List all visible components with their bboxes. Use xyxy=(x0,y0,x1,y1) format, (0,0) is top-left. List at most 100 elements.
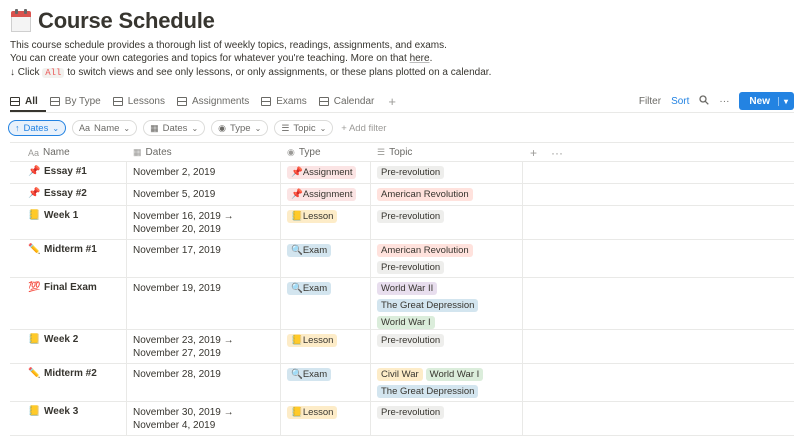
name-cell[interactable]: ✏️ Midterm #1 xyxy=(10,240,127,277)
type-cell[interactable]: 📌Assignment xyxy=(281,184,371,205)
dates-cell[interactable]: November 23, 2019 → November 27, 2019 xyxy=(127,330,281,363)
calendar-view-icon xyxy=(318,96,329,106)
more-options-button[interactable]: ··· xyxy=(719,96,729,107)
type-cell[interactable]: 📒Lesson xyxy=(281,330,371,363)
name-cell[interactable]: 💯 Final Exam xyxy=(10,278,127,329)
tab-lessons[interactable]: Lessons xyxy=(112,92,165,110)
tab-by-type[interactable]: By Type xyxy=(49,92,101,110)
topic-tag-line: Civil War World War I xyxy=(377,368,516,385)
table-row[interactable]: 💯 Final Exam November 19, 2019 🔍Exam World W… xyxy=(10,278,794,330)
dates-cell[interactable]: November 30, 2019 → November 4, 2019 xyxy=(127,402,281,435)
filter-button[interactable]: Filter xyxy=(639,96,661,107)
column-header-topic[interactable]: ☰ Topic xyxy=(377,143,412,162)
name-cell[interactable]: ✏️ Midterm #2 xyxy=(10,364,127,401)
table-row[interactable]: 📒 Week 3 November 30, 2019 → November 4, 2… xyxy=(10,402,794,436)
filter-bar: ↑ Dates ⌄ Aa Name ⌄ ▦ Dates ⌄ ◉ Type ⌄ ☰ Topic ⌄ +… xyxy=(8,120,386,136)
topic-tag: Pre-revolution xyxy=(377,166,445,179)
select-property-icon: ◉ xyxy=(218,122,226,133)
type-cell[interactable]: 🔍Exam xyxy=(281,364,371,401)
name-cell[interactable]: 📒 Week 2 xyxy=(10,330,127,363)
add-filter-button[interactable]: + Add filter xyxy=(341,123,386,134)
database-table: Aa Name ▦ Dates ◉ Type ☰ Topic + ··· 📌 Essay … xyxy=(10,142,794,436)
type-tag: 🔍Exam xyxy=(287,244,332,257)
add-view-button[interactable]: + xyxy=(388,94,396,109)
topic-cell[interactable]: Pre-revolution xyxy=(371,162,523,183)
topic-tag-line: American Revolution xyxy=(377,244,516,261)
type-cell[interactable]: 📌Assignment xyxy=(281,162,371,183)
row-name: Essay #1 xyxy=(44,166,87,177)
chevron-down-icon: ⌄ xyxy=(123,123,131,133)
sort-dates-chip[interactable]: ↑ Dates ⌄ xyxy=(8,120,67,136)
topic-cell[interactable]: American Revolution xyxy=(371,184,523,205)
dates-cell[interactable]: November 16, 2019 → November 20, 2019 xyxy=(127,206,281,239)
dates-cell[interactable]: November 19, 2019 xyxy=(127,278,281,329)
description-line-3: ↓ Click All to switch views and see only… xyxy=(10,66,491,80)
column-header-name[interactable]: Aa Name xyxy=(28,143,70,162)
tab-all[interactable]: All xyxy=(10,92,38,110)
add-column-button[interactable]: + xyxy=(530,146,537,160)
topic-tag-line: The Great Depression xyxy=(377,299,516,316)
type-cell[interactable]: 📒Lesson xyxy=(281,402,371,435)
table-row[interactable]: 📌 Essay #1 November 2, 2019 📌Assignment Pre-… xyxy=(10,162,794,184)
arrow-up-icon: ↑ xyxy=(15,123,20,133)
table-row[interactable]: 📒 Week 1 November 16, 2019 → November 20, … xyxy=(10,206,794,240)
name-cell[interactable]: 📒 Week 3 xyxy=(10,402,127,435)
topic-cell[interactable]: American Revolution Pre-revolution xyxy=(371,240,523,277)
table-row[interactable]: ✏️ Midterm #1 November 17, 2019 🔍Exam Americ… xyxy=(10,240,794,278)
name-cell[interactable]: 📒 Week 1 xyxy=(10,206,127,239)
table-row[interactable]: 📒 Week 2 November 23, 2019 → November 27, … xyxy=(10,330,794,364)
name-cell[interactable]: 📌 Essay #2 xyxy=(10,184,127,205)
topic-tag-line: Pre-revolution xyxy=(377,261,516,278)
search-icon[interactable] xyxy=(699,94,710,108)
column-header-type[interactable]: ◉ Type xyxy=(287,143,321,162)
tab-assignments[interactable]: Assignments xyxy=(176,92,249,110)
description-text: . xyxy=(429,53,433,64)
table-row[interactable]: 📌 Essay #2 November 5, 2019 📌Assignment Amer… xyxy=(10,184,794,206)
dates-cell[interactable]: November 17, 2019 xyxy=(127,240,281,277)
tab-calendar[interactable]: Calendar xyxy=(318,92,374,110)
topic-tag: American Revolution xyxy=(377,188,473,201)
type-tag: 📒Lesson xyxy=(287,210,338,223)
dates-cell[interactable]: November 5, 2019 xyxy=(127,184,281,205)
here-link[interactable]: here xyxy=(410,53,430,64)
filter-name-chip[interactable]: Aa Name ⌄ xyxy=(72,120,138,136)
topic-tag-line: American Revolution xyxy=(377,188,516,205)
chevron-down-icon[interactable]: ▾ xyxy=(777,96,788,106)
tab-exams[interactable]: Exams xyxy=(261,92,307,110)
topic-tag: Pre-revolution xyxy=(377,334,445,347)
table-view-icon xyxy=(261,96,272,106)
table-row[interactable]: ✏️ Midterm #2 November 28, 2019 🔍Exam Civil … xyxy=(10,364,794,402)
topic-tag-line: Pre-revolution xyxy=(377,334,516,351)
multi-select-property-icon: ☰ xyxy=(377,147,386,157)
topic-tag-line: Pre-revolution xyxy=(377,406,516,423)
filter-type-chip[interactable]: ◉ Type ⌄ xyxy=(211,120,269,136)
type-tag: 📌Assignment xyxy=(287,166,357,179)
topic-tag: World War II xyxy=(377,282,438,295)
type-cell[interactable]: 🔍Exam xyxy=(281,278,371,329)
type-cell[interactable]: 🔍Exam xyxy=(281,240,371,277)
topic-cell[interactable]: Pre-revolution xyxy=(371,206,523,239)
name-cell[interactable]: 📌 Essay #1 xyxy=(10,162,127,183)
empty-cell xyxy=(523,162,794,183)
topic-cell[interactable]: Pre-revolution xyxy=(371,402,523,435)
chevron-down-icon: ⌄ xyxy=(52,123,60,133)
topic-tag: Civil War xyxy=(377,368,423,381)
filter-topic-chip[interactable]: ☰ Topic ⌄ xyxy=(274,120,334,136)
topic-cell[interactable]: Civil War World War I The Great Depression xyxy=(371,364,523,401)
page-title: Course Schedule xyxy=(38,8,215,33)
inline-code-all: All xyxy=(42,68,65,78)
filter-dates-chip[interactable]: ▦ Dates ⌄ xyxy=(143,120,206,136)
new-button[interactable]: New ▾ xyxy=(739,92,794,110)
column-label: Topic xyxy=(389,147,413,158)
column-header-dates[interactable]: ▦ Dates xyxy=(133,143,172,162)
column-label: Dates xyxy=(145,147,172,158)
sort-button[interactable]: Sort xyxy=(671,96,689,107)
type-cell[interactable]: 📒Lesson xyxy=(281,206,371,239)
dates-cell[interactable]: November 28, 2019 xyxy=(127,364,281,401)
date-property-icon: ▦ xyxy=(133,147,142,157)
dates-cell[interactable]: November 2, 2019 xyxy=(127,162,281,183)
column-more-button[interactable]: ··· xyxy=(551,146,563,160)
empty-cell xyxy=(523,184,794,205)
topic-cell[interactable]: Pre-revolution xyxy=(371,330,523,363)
topic-cell[interactable]: World War II The Great Depression World Wa… xyxy=(371,278,523,329)
